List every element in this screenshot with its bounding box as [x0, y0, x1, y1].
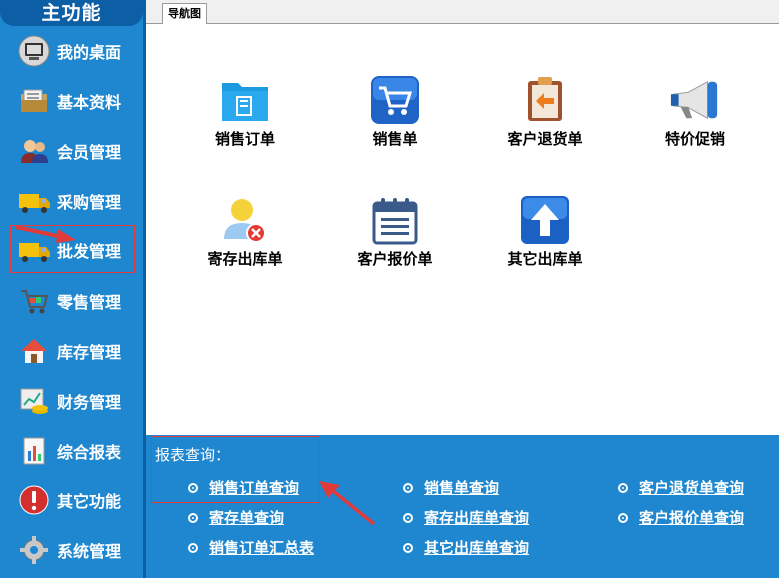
- nav-special-promotion[interactable]: 特价促销: [635, 74, 755, 149]
- bullet-icon: [403, 542, 413, 553]
- sidebar-item-label: 基本资料: [57, 93, 122, 112]
- pointer-arrow-icon: [15, 225, 76, 243]
- return-clipboard-icon: [519, 74, 571, 126]
- nav-label: 销售订单: [214, 130, 275, 148]
- report-link-label: 寄存出库单查询: [424, 509, 530, 527]
- sidebar-title: 主功能: [0, 0, 143, 26]
- arrow-up-icon: [519, 194, 571, 246]
- exclamation-icon: [17, 483, 51, 517]
- sidebar-item-finance[interactable]: 财务管理: [0, 376, 143, 426]
- nav-label: 客户退货单: [507, 130, 583, 148]
- bullet-icon: [188, 512, 198, 523]
- nav-other-outbound[interactable]: 其它出库单: [485, 194, 605, 269]
- nav-label: 特价促销: [664, 130, 725, 148]
- calendar-notepad-icon: [369, 194, 421, 246]
- cart-icon: [369, 74, 421, 126]
- report-link-label: 销售订单汇总表: [209, 539, 315, 557]
- sidebar-item-other-functions[interactable]: 其它功能: [0, 475, 143, 525]
- sidebar: 主功能 我的桌面 基本资料 会员管理 采购管理 批发管理 零售管理 库存管理 财…: [0, 0, 143, 578]
- nav-sales-order[interactable]: 销售订单: [185, 74, 305, 149]
- report-link-label: 寄存单查询: [209, 509, 285, 527]
- report-link-label: 客户退货单查询: [639, 479, 745, 497]
- sidebar-item-label: 财务管理: [57, 393, 122, 412]
- sidebar-item-label: 系统管理: [57, 542, 122, 561]
- sidebar-item-retail[interactable]: 零售管理: [0, 276, 143, 326]
- nav-label: 客户报价单: [357, 250, 433, 268]
- sidebar-item-label: 其它功能: [57, 492, 122, 511]
- sidebar-item-label: 采购管理: [57, 193, 122, 212]
- bullet-icon: [403, 512, 413, 523]
- desktop-monitor-icon: [17, 34, 51, 68]
- sidebar-item-members[interactable]: 会员管理: [0, 126, 143, 176]
- report-link-label: 销售单查询: [424, 479, 500, 497]
- folder-documents-icon: [17, 84, 51, 118]
- nav-label: 寄存出库单: [207, 250, 283, 268]
- report-link-consignment-outbound-query[interactable]: 寄存出库单查询: [403, 507, 529, 528]
- warehouse-house-icon: [17, 334, 51, 368]
- megaphone-icon: [669, 74, 721, 126]
- sidebar-item-desktop[interactable]: 我的桌面: [0, 26, 143, 76]
- bullet-icon: [188, 542, 198, 553]
- user-remove-icon: [219, 194, 271, 246]
- sidebar-item-purchase[interactable]: 采购管理: [0, 176, 143, 226]
- report-link-label: 客户报价单查询: [639, 509, 745, 527]
- sidebar-item-system[interactable]: 系统管理: [0, 525, 143, 575]
- nav-sales-slip[interactable]: 销售单: [335, 74, 455, 149]
- sidebar-item-reports[interactable]: 综合报表: [0, 426, 143, 476]
- sidebar-item-label: 零售管理: [57, 293, 122, 312]
- report-link-sales-slip-query[interactable]: 销售单查询: [403, 477, 499, 498]
- report-link-consignment-query[interactable]: 寄存单查询: [188, 507, 284, 528]
- report-link-label: 其它出库单查询: [424, 539, 530, 557]
- report-link-sales-order-summary[interactable]: 销售订单汇总表: [188, 537, 314, 558]
- report-bar-chart-icon: [17, 434, 51, 468]
- gear-icon: [17, 533, 51, 567]
- bullet-icon: [618, 512, 628, 523]
- report-link-other-outbound-query[interactable]: 其它出库单查询: [403, 537, 529, 558]
- tab-strip: 导航图: [146, 0, 779, 24]
- truck-icon: [17, 184, 51, 218]
- nav-consignment-outbound[interactable]: 寄存出库单: [185, 194, 305, 269]
- sidebar-item-label: 库存管理: [57, 343, 122, 362]
- shopping-cart-icon: [17, 284, 51, 318]
- sales-order-folder-icon: [219, 74, 271, 126]
- nav-label: 销售单: [372, 130, 418, 148]
- sidebar-item-label: 综合报表: [57, 443, 122, 462]
- sidebar-item-label: 会员管理: [57, 143, 122, 162]
- nav-label: 其它出库单: [507, 250, 583, 268]
- sidebar-item-label: 我的桌面: [57, 43, 122, 62]
- pointer-arrow-icon: [319, 481, 376, 526]
- sidebar-item-basic-info[interactable]: 基本资料: [0, 76, 143, 126]
- nav-customer-quotation[interactable]: 客户报价单: [335, 194, 455, 269]
- bullet-icon: [403, 482, 413, 493]
- selection-highlight-box: [151, 436, 320, 503]
- sidebar-item-inventory[interactable]: 库存管理: [0, 326, 143, 376]
- members-icon: [17, 134, 51, 168]
- tab-navigation-map[interactable]: 导航图: [162, 3, 207, 24]
- navigation-map: 销售订单 销售单 客户退货单 特价促销 寄存出库单 客户报价单 其它出库单: [146, 24, 779, 435]
- bullet-icon: [618, 482, 628, 493]
- report-link-customer-return-query[interactable]: 客户退货单查询: [618, 477, 744, 498]
- report-link-customer-quotation-query[interactable]: 客户报价单查询: [618, 507, 744, 528]
- nav-customer-return[interactable]: 客户退货单: [485, 74, 605, 149]
- finance-chart-icon: [17, 384, 51, 418]
